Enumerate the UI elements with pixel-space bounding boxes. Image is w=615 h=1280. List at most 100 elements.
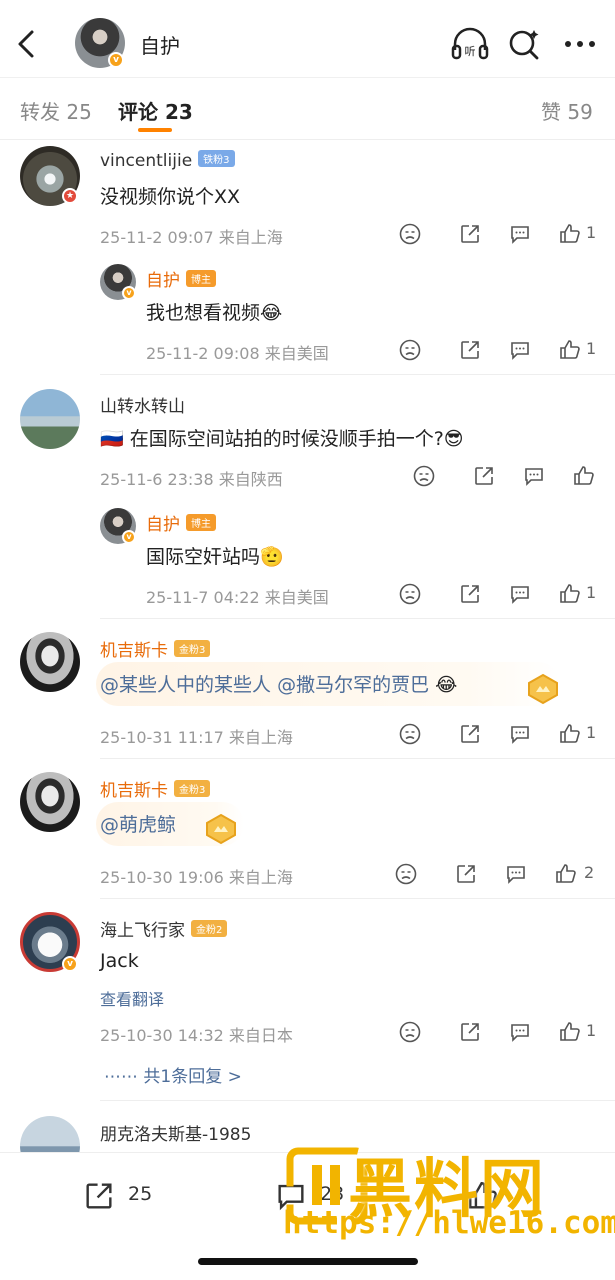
dislike-icon[interactable] [398,722,422,746]
comment-actions [412,464,602,488]
comment-meta: 25-10-31 11:17 来自上海 [100,728,293,747]
reply-meta: 25-11-2 09:08 来自美国 [146,344,329,363]
verified-icon: v [108,52,124,68]
comment-text: 🇷🇺 在国际空间站拍的时候没顺手拍一个?😎 [100,428,464,450]
mention-link[interactable]: @某些人中的某些人 [100,674,271,696]
fan-badge: 金粉3 [174,640,211,657]
like-count: 2 [584,863,595,882]
dislike-icon[interactable] [398,222,422,246]
like-icon[interactable] [572,464,596,488]
repost-icon [86,1183,112,1209]
watermark-url: https://hlwe16.com [283,1205,615,1241]
dislike-icon[interactable] [398,582,422,606]
verified-icon: v [122,530,136,544]
comment-avatar[interactable] [20,772,80,832]
comment-text: @萌虎鲸 [100,810,176,837]
like-icon[interactable] [554,862,578,886]
gold-crown-icon [206,813,236,845]
page-title[interactable]: 自护 [140,30,180,59]
repost-count: 25 [128,1183,153,1205]
verified-icon: v [62,956,78,972]
fan-badge: 铁粉3 [198,150,235,167]
like-count: 1 [586,1021,597,1040]
share-icon[interactable] [458,222,482,246]
reply-icon[interactable] [508,722,532,746]
host-badge: 博主 [186,270,216,287]
svg-text:听: 听 [465,45,476,58]
repost-button[interactable]: 25 [82,1179,162,1213]
divider [100,374,615,375]
comment-actions: 1 [398,1020,598,1044]
like-icon[interactable] [558,1020,582,1044]
comment-username[interactable]: 机吉斯卡 金粉3 [100,636,211,661]
tab-underline [138,128,172,132]
reply-meta: 25-11-7 04:22 来自美国 [146,588,329,607]
reply-username[interactable]: 自护 博主 [146,266,216,291]
search-icon[interactable] [506,26,542,62]
view-more-replies[interactable]: ⋯⋯ 共1条回复 > [104,1062,242,1087]
more-icon[interactable] [560,26,600,62]
comment-meta: 25-11-2 09:07 来自上海 [100,228,283,247]
back-icon[interactable] [10,24,42,64]
dislike-icon[interactable] [412,464,436,488]
share-icon[interactable] [454,862,478,886]
comment-text: Jack [100,950,139,972]
reply-username[interactable]: 自护 博主 [146,510,216,535]
share-icon[interactable] [458,582,482,606]
translate-link[interactable]: 查看翻译 [100,986,164,1010]
tab-bar: 转发 25 评论 23 赞 59 [0,78,615,140]
reply-text: 我也想看视频😂 [146,302,283,324]
laugh-emoji: 😂 [435,674,458,696]
mention-link[interactable]: @萌虎鲸 [100,814,176,836]
star-badge-icon: ★ [62,188,78,204]
reply-text: 国际空奸站吗🫡 [146,546,284,568]
comment-username[interactable]: 山转水转山 [100,392,185,417]
comment-avatar[interactable] [20,632,80,692]
tab-comments[interactable]: 评论 23 [118,96,193,125]
reply-icon[interactable] [522,464,546,488]
listen-icon[interactable]: 听 [450,26,490,62]
comment-actions: 2 [394,862,604,886]
like-icon[interactable] [558,222,582,246]
reply-icon[interactable] [508,338,532,362]
comment-text: 没视频你说个XX [100,186,241,208]
comment-meta: 25-11-6 23:38 来自陕西 [100,470,283,489]
divider [100,898,615,899]
divider [100,1100,615,1101]
dislike-icon[interactable] [398,1020,422,1044]
fan-badge: 金粉3 [174,780,211,797]
share-icon[interactable] [472,464,496,488]
gold-crown-icon [528,673,558,705]
comment-meta: 25-10-30 14:32 来自日本 [100,1026,293,1045]
dislike-icon[interactable] [398,338,422,362]
like-icon[interactable] [558,582,582,606]
comment-avatar[interactable] [20,389,80,449]
share-icon[interactable] [458,338,482,362]
reply-actions: 1 [398,582,598,606]
reply-icon[interactable] [504,862,528,886]
comment-username[interactable]: vincentlijie 铁粉3 [100,150,235,171]
like-count: 1 [586,583,597,602]
home-indicator[interactable] [198,1258,418,1265]
comment-actions: 1 [398,722,598,746]
reply-icon[interactable] [508,582,532,606]
reply-icon[interactable] [508,222,532,246]
top-bar: v 自护 听 [0,0,615,78]
tab-likes[interactable]: 赞 59 [541,96,593,125]
dislike-icon[interactable] [394,862,418,886]
mention-link[interactable]: @撒马尔罕的贾巴 [277,674,429,696]
like-count: 1 [586,339,597,358]
host-badge: 博主 [186,514,216,531]
tab-reposts[interactable]: 转发 25 [20,96,92,125]
comment-username[interactable]: 机吉斯卡 金粉3 [100,776,211,801]
share-icon[interactable] [458,722,482,746]
comment-username[interactable]: 朋克洛夫斯基-1985 [100,1120,251,1145]
share-icon[interactable] [458,1020,482,1044]
like-icon[interactable] [558,722,582,746]
like-count: 1 [586,223,597,242]
like-count: 1 [586,723,597,742]
comment-text: @某些人中的某些人 @撒马尔罕的贾巴 😂 [100,670,457,697]
comment-username[interactable]: 海上飞行家 金粉2 [100,916,228,941]
reply-icon[interactable] [508,1020,532,1044]
like-icon[interactable] [558,338,582,362]
